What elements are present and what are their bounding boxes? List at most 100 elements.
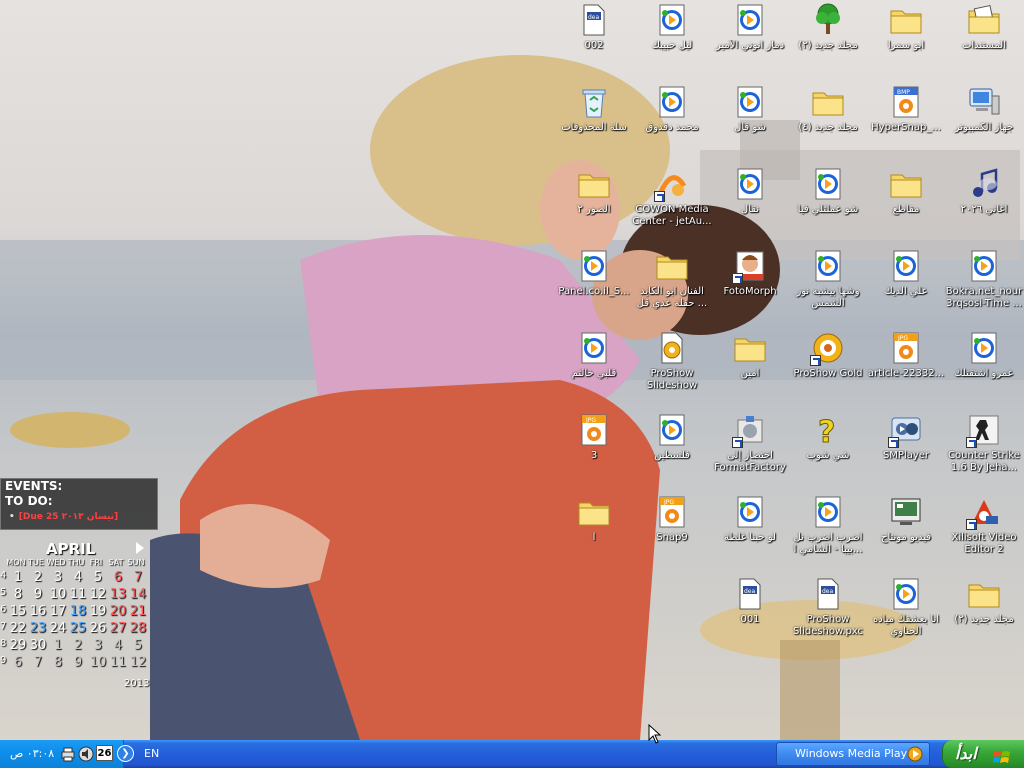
desktop-icon[interactable]: Xilisoft Video Editor 2 — [942, 492, 1024, 568]
desktop-icon[interactable]: dea 002 — [552, 0, 636, 76]
desktop-icon[interactable]: dea ProShow Slideshow.pxc — [786, 574, 870, 650]
desktop-icon[interactable]: مقاطع — [864, 164, 948, 240]
desktop-icon[interactable]: وشها بيشبه نور الشمس — [786, 246, 870, 322]
calendar-day[interactable]: 26 — [88, 619, 108, 638]
calendar-day[interactable]: 5 — [128, 638, 148, 655]
desktop-icon[interactable]: لو حبنا غلطة — [708, 492, 792, 568]
calendar-day[interactable]: 2 — [28, 570, 48, 587]
date-badge[interactable]: 26 — [96, 745, 113, 761]
desktop-icon-label: article-22332... — [867, 368, 945, 379]
calendar-day[interactable]: 4 — [68, 570, 88, 587]
language-indicator[interactable]: EN — [144, 747, 159, 760]
desktop-icon[interactable]: فيديو مونتاج — [864, 492, 948, 568]
calendar-day[interactable]: 14 — [128, 587, 148, 604]
desktop-icon[interactable]: dea 001 — [708, 574, 792, 650]
desktop-icon[interactable]: امين — [708, 328, 792, 404]
calendar-day[interactable]: 8 — [48, 655, 68, 672]
desktop-icon[interactable]: دمار انوني الأمير — [708, 0, 792, 76]
desktop-icon[interactable]: ا — [552, 492, 636, 568]
calendar-day[interactable]: 17 — [48, 604, 68, 621]
calendar-day[interactable]: 23 — [28, 621, 48, 638]
desktop-icon[interactable]: قلبي خالتم — [552, 328, 636, 404]
desktop-icon[interactable]: فلسطين — [630, 410, 714, 486]
calendar-day[interactable]: 27 — [108, 621, 128, 638]
calendar-day[interactable]: 12 — [88, 587, 108, 604]
calendar-day[interactable]: 20 — [108, 604, 128, 621]
desktop-icon[interactable]: Counter Strike 1.6 By Jeha... — [942, 410, 1024, 486]
calendar-day[interactable]: 13 — [108, 587, 128, 604]
desktop-icon[interactable]: ProShow Gold — [786, 328, 870, 404]
desktop-icon[interactable]: FotoMorph — [708, 246, 792, 322]
desktop-icon[interactable]: JPG article-22332... — [864, 328, 948, 404]
calendar-day[interactable]: 7 — [28, 655, 48, 672]
calendar-day[interactable]: 22 — [8, 621, 28, 638]
calendar-day[interactable]: 7 — [128, 570, 148, 587]
desktop-icon[interactable]: SMPlayer — [864, 410, 948, 486]
calendar-day[interactable]: 6 — [108, 570, 128, 587]
calendar-day[interactable]: 19 — [88, 604, 108, 621]
calendar-day[interactable]: 9 — [28, 587, 48, 604]
calendar-day[interactable]: 10 — [88, 655, 108, 672]
calendar-day[interactable]: 24 — [48, 621, 68, 638]
calendar-day[interactable]: 11 — [108, 655, 128, 672]
desktop-icon[interactable]: (مجلد جديد (٢ — [942, 574, 1024, 650]
desktop-icon[interactable]: (مجلد جديد (٢ — [786, 0, 870, 76]
desktop-icon[interactable]: جهاز الكمبيوتر — [942, 82, 1024, 158]
printer-icon[interactable] — [60, 746, 76, 762]
calendar-day[interactable]: 1 — [48, 638, 68, 655]
calendar-day[interactable]: 1 — [8, 570, 28, 587]
desktop-icon[interactable]: JPG 3 — [552, 410, 636, 486]
desktop-icon[interactable]: اغاني ٢٠٢٦ — [942, 164, 1024, 240]
desktop-icon[interactable]: JPG Snap9 — [630, 492, 714, 568]
calendar-day[interactable]: 30 — [28, 638, 48, 655]
calendar-day[interactable]: 29 — [8, 638, 28, 655]
desktop-icon[interactable]: الصور ٢ — [552, 164, 636, 240]
calendar-day[interactable]: 10 — [48, 587, 68, 604]
desktop-icon[interactable]: اختصار إلى FormatFactory — [708, 410, 792, 486]
tray-expand-chevron-icon[interactable]: ❯ — [117, 745, 134, 762]
taskbar-button-windows-media-player[interactable]: Windows Media Player — [776, 742, 930, 766]
desktop-icon[interactable]: اضرب اضرب نل بيبا - الشامي ا... — [786, 492, 870, 568]
calendar-day[interactable]: 18 — [68, 604, 88, 621]
desktop-icon[interactable]: الفنان ابو الكايد حفلة عدي قل ... — [630, 246, 714, 322]
calendar-day[interactable]: 21 — [128, 604, 148, 621]
calendar-day[interactable]: 3 — [88, 638, 108, 655]
desktop-icon[interactable]: علي الديك — [864, 246, 948, 322]
calendar-day[interactable]: 11 — [68, 587, 88, 604]
calendar-day[interactable]: 4 — [108, 638, 128, 655]
desktop-icon[interactable]: ابو سمرا — [864, 0, 948, 76]
calendar-day[interactable]: 25 — [68, 621, 88, 638]
next-month-arrow-icon[interactable] — [136, 542, 144, 554]
todo-item[interactable]: • [Due 25 نيسان ٢٠١٣] — [1, 512, 157, 522]
desktop-icon[interactable]: (مجلد جديد (٤ — [786, 82, 870, 158]
desktop-icon[interactable]: ? شي شوب — [786, 410, 870, 486]
calendar-day[interactable]: 2 — [68, 638, 88, 655]
desktop-icon[interactable]: شو عملتلي فيا — [786, 164, 870, 240]
desktop-icon[interactable]: Bokra.net_nour 3rqsosi-Time ... — [942, 246, 1024, 322]
desktop-icon[interactable]: شو قال — [708, 82, 792, 158]
desktop-icon[interactable]: سلة المحذوفات — [552, 82, 636, 158]
jpg-icon: JPG — [888, 330, 924, 366]
calendar-day[interactable]: 5 — [88, 570, 108, 587]
calendar-day[interactable]: 3 — [48, 570, 68, 587]
desktop-icon[interactable]: BMP HyperSnap_... — [864, 82, 948, 158]
desktop-icon[interactable]: انا بعشقك مياده الحناوي — [864, 574, 948, 650]
desktop-icon[interactable]: عمرو اشتقتلك — [942, 328, 1024, 404]
calendar-day[interactable]: 9 — [68, 655, 88, 672]
tray-clock[interactable]: ٠٣:٠٨ ص — [10, 747, 54, 760]
calendar-day[interactable]: 6 — [8, 655, 28, 672]
desktop-icon[interactable]: نقال — [708, 164, 792, 240]
volume-icon[interactable] — [78, 746, 94, 762]
calendar-day[interactable]: 15 — [8, 604, 28, 621]
start-button[interactable]: ابدأ — [942, 740, 1024, 768]
calendar-day[interactable]: 8 — [8, 587, 28, 604]
calendar-day[interactable]: 12 — [128, 655, 148, 672]
calendar-day[interactable]: 16 — [28, 604, 48, 621]
desktop-icon[interactable]: المستندات — [942, 0, 1024, 76]
desktop-icon[interactable]: ليل حبيبك — [630, 0, 714, 76]
desktop-icon[interactable]: ProShow Slideshow — [630, 328, 714, 404]
calendar-day[interactable]: 28 — [128, 621, 148, 638]
desktop-icon[interactable]: COWON Media Center - jetAu... — [630, 164, 714, 240]
desktop-icon[interactable]: Panel.co.il_S... — [552, 246, 636, 322]
desktop-icon[interactable]: محمد دقدوق — [630, 82, 714, 158]
